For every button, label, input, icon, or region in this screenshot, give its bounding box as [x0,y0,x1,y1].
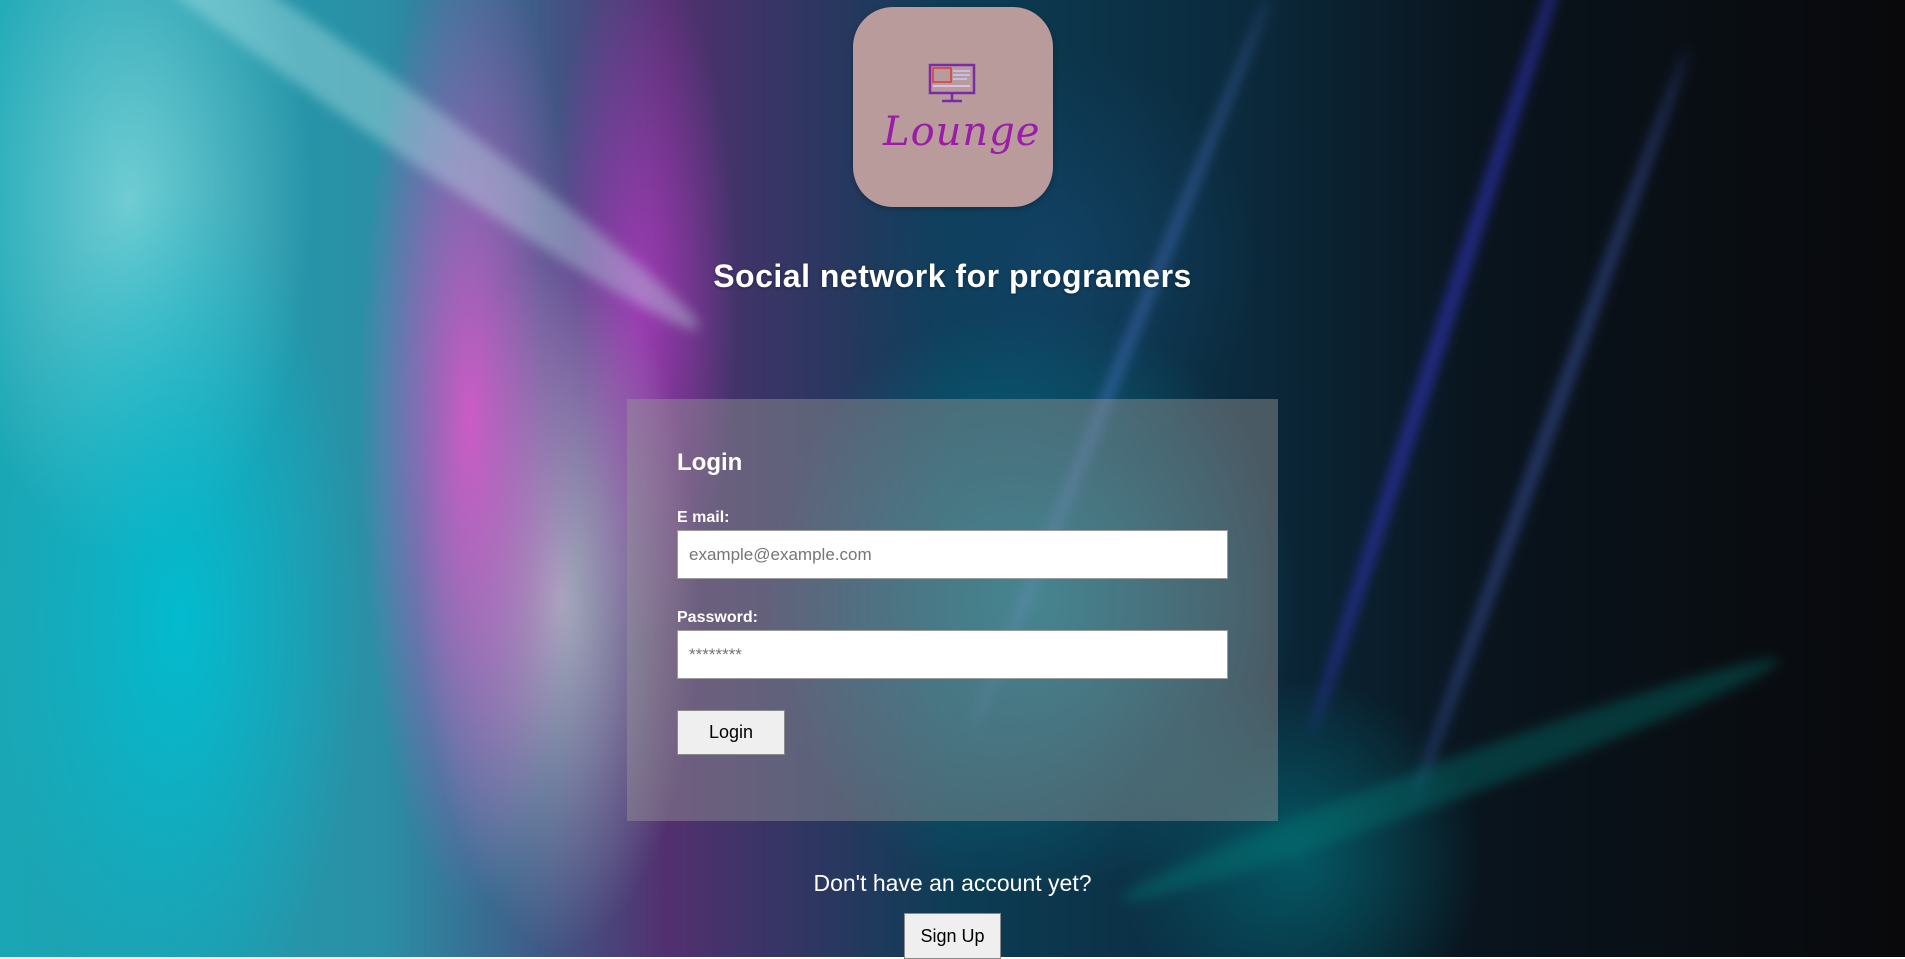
password-field[interactable] [677,630,1228,679]
email-field[interactable] [677,530,1228,579]
page-tagline: Social network for programers [713,258,1192,294]
logo-text: Lounge [883,109,1041,155]
login-button[interactable]: Login [677,710,785,755]
email-label: E mail: [677,509,730,526]
login-form: Login E mail: Password: Login [627,399,1278,821]
monitor-icon [928,63,976,103]
form-title: Login [677,449,743,476]
app-logo: Lounge [853,7,1053,207]
signup-button[interactable]: Sign Up [904,913,1001,959]
password-label: Password: [677,609,758,626]
signup-prompt: Don't have an account yet? [813,870,1092,896]
